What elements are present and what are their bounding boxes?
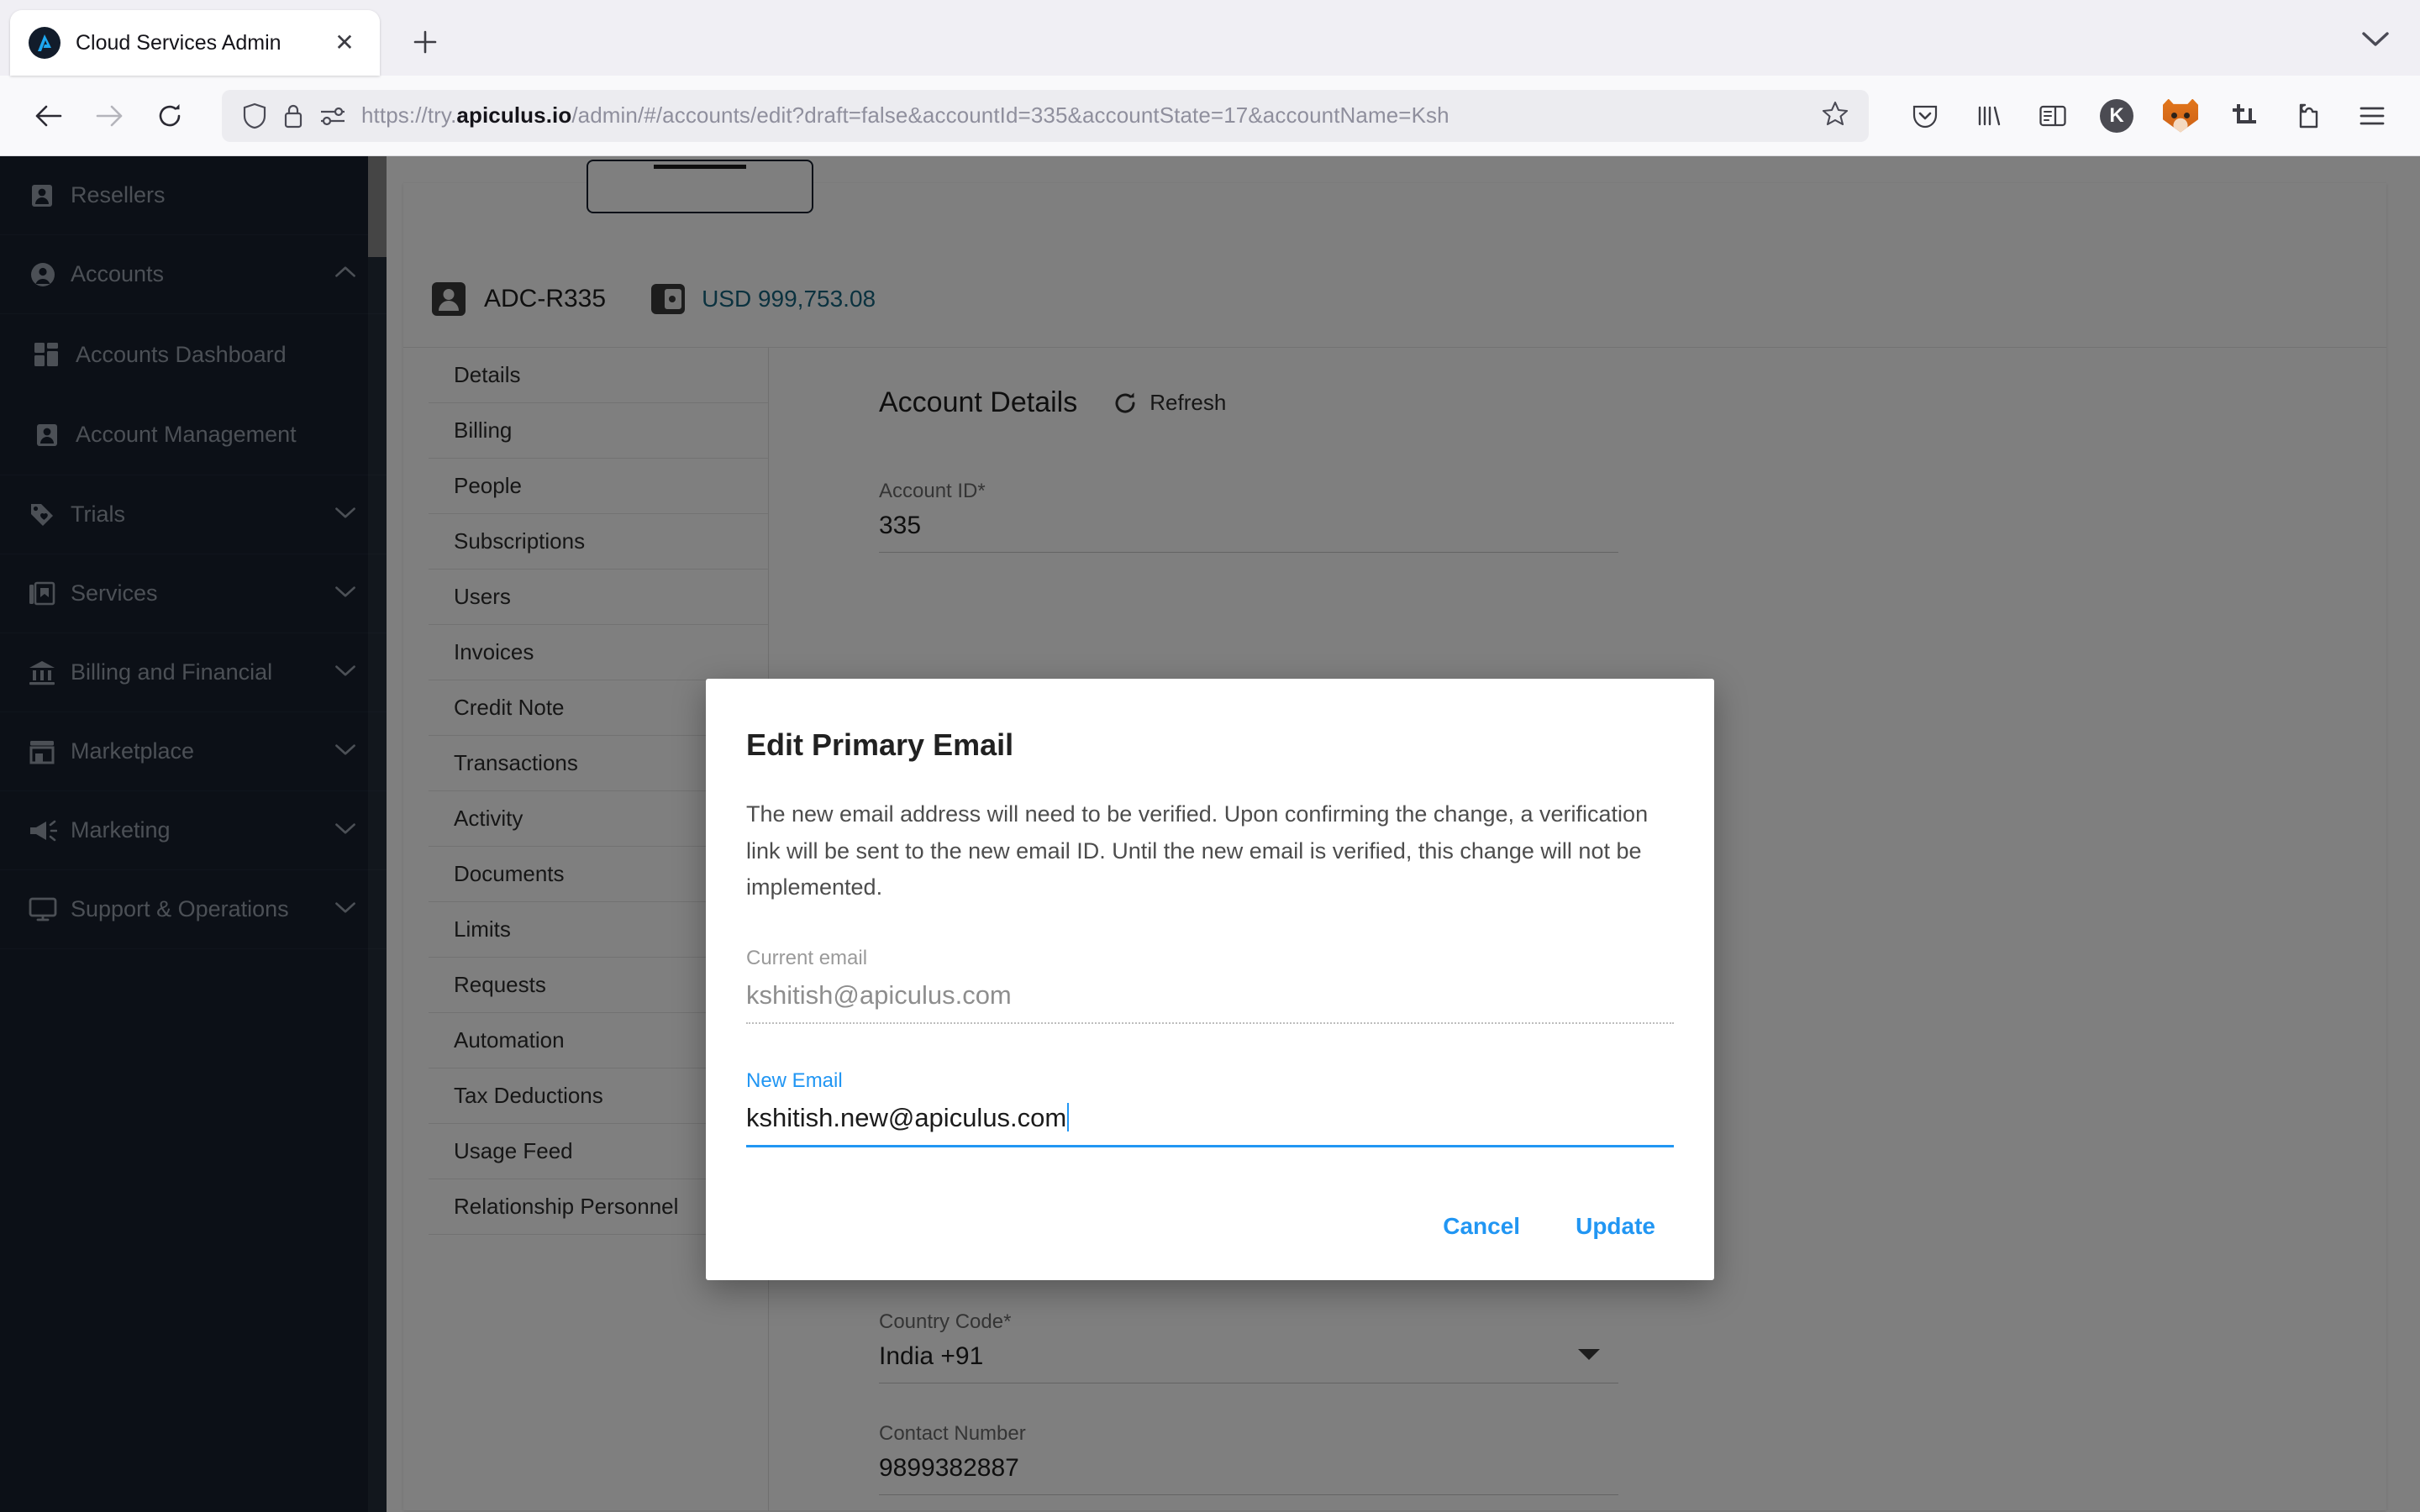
metamask-fox-icon[interactable] [2154, 90, 2207, 142]
sidebar-icon[interactable] [2027, 90, 2079, 142]
address-bar[interactable]: https://try.apiculus.io/admin/#/accounts… [222, 90, 1869, 142]
new-tab-button[interactable] [400, 17, 450, 67]
reload-button[interactable] [143, 89, 197, 143]
back-button[interactable] [22, 89, 76, 143]
web-page: ResellersAccountsAccounts DashboardAccou… [0, 156, 2420, 1512]
dialog-actions: Cancel Update [1406, 1201, 1674, 1252]
new-email-label: New Email [746, 1069, 1674, 1093]
list-all-tabs-chevron-down-icon[interactable] [2346, 10, 2405, 69]
dialog-title: Edit Primary Email [746, 727, 1674, 763]
crop-screenshot-icon[interactable] [2218, 90, 2270, 142]
pocket-save-icon[interactable] [1899, 90, 1951, 142]
edit-primary-email-dialog: Edit Primary Email The new email address… [706, 679, 1714, 1280]
permissions-settings-icon[interactable] [319, 105, 346, 127]
lock-icon[interactable] [282, 102, 304, 129]
current-email-value: kshitish@apiculus.com [746, 980, 1674, 1024]
tab-strip: Cloud Services Admin ✕ [0, 0, 2420, 76]
forward-button[interactable] [82, 89, 136, 143]
bookmark-star-icon[interactable] [1822, 100, 1849, 131]
browser-tab[interactable]: Cloud Services Admin ✕ [10, 10, 380, 76]
url-text[interactable]: https://try.apiculus.io/admin/#/accounts… [361, 102, 1810, 129]
app-menu-icon[interactable] [2346, 90, 2398, 142]
dialog-description: The new email address will need to be ve… [746, 796, 1674, 906]
current-email-label: Current email [746, 947, 1674, 970]
cancel-button[interactable]: Cancel [1424, 1201, 1539, 1252]
tab-title: Cloud Services Admin [76, 31, 328, 55]
browser-window: Cloud Services Admin ✕ [0, 0, 2420, 1512]
new-email-input-value: kshitish.new@apiculus.com [746, 1103, 1066, 1132]
k-badge-label: K [2100, 99, 2133, 133]
new-email-field[interactable]: New Email kshitish.new@apiculus.com [746, 1069, 1674, 1147]
update-button[interactable]: Update [1557, 1201, 1674, 1252]
navigation-toolbar: https://try.apiculus.io/admin/#/accounts… [0, 76, 2420, 156]
browser-toolbar-icons: K [1887, 90, 2398, 142]
k-extension-icon[interactable]: K [2091, 90, 2143, 142]
extensions-puzzle-icon[interactable] [2282, 90, 2334, 142]
close-icon[interactable]: ✕ [328, 26, 361, 60]
tracking-shield-icon[interactable] [242, 102, 267, 129]
text-caret [1067, 1103, 1069, 1131]
library-icon[interactable] [1963, 90, 2015, 142]
apiculus-logo-icon [29, 27, 60, 59]
new-email-input[interactable]: kshitish.new@apiculus.com [746, 1103, 1674, 1147]
current-email-field: Current email kshitish@apiculus.com [746, 947, 1674, 1024]
